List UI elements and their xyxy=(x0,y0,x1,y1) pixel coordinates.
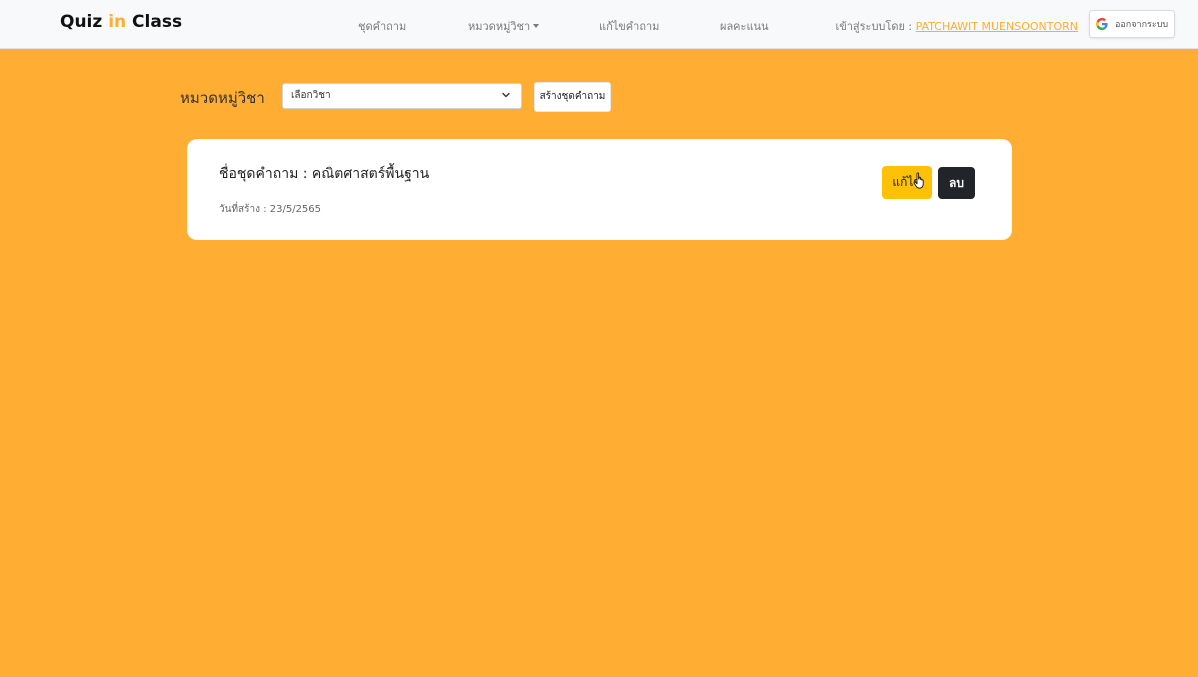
google-icon xyxy=(1096,18,1108,30)
brand-logo[interactable]: Quiz in Class xyxy=(60,12,182,32)
nav-link-question-sets[interactable]: ชุดคำถาม xyxy=(358,17,406,35)
chevron-down-icon xyxy=(502,92,510,98)
quiz-set-card: ชื่อชุดคำถาม : คณิตศาสตร์พื้นฐาน วันที่ส… xyxy=(187,139,1012,240)
user-name-link[interactable]: PATCHAWIT MUENSOONTORN xyxy=(916,20,1078,33)
subject-select-value: เลือกวิชา xyxy=(291,90,331,101)
create-question-set-button[interactable]: สร้างชุดคำถาม xyxy=(534,82,611,112)
nav-link-scores[interactable]: ผลคะแนน xyxy=(720,17,769,35)
delete-button[interactable]: ลบ xyxy=(938,167,975,199)
caret-down-icon xyxy=(533,24,540,28)
nav-link-edit-questions[interactable]: แก้ไขคำถาม xyxy=(599,17,659,35)
subject-category-label: หมวดหมู่วิชา xyxy=(180,89,265,107)
brand-text-in: in xyxy=(108,12,127,32)
nav-link-subject-categories-label: หมวดหมู่วิชา xyxy=(468,20,531,33)
hand-cursor-icon xyxy=(913,172,924,189)
quiz-set-title: ชื่อชุดคำถาม : คณิตศาสตร์พื้นฐาน xyxy=(219,166,430,182)
brand-text-class: Class xyxy=(126,12,183,32)
login-status: เข้าสู่ระบบโดย : PATCHAWIT MUENSOONTORN xyxy=(835,17,1078,35)
quiz-set-created-date: วันที่สร้าง : 23/5/2565 xyxy=(219,204,322,215)
subject-select[interactable]: เลือกวิชา xyxy=(282,83,522,109)
brand-text-quiz: Quiz xyxy=(60,12,109,32)
login-prefix: เข้าสู่ระบบโดย : xyxy=(835,20,916,33)
nav-link-subject-categories[interactable]: หมวดหมู่วิชา xyxy=(468,17,540,35)
logout-label: ออกจากระบบ xyxy=(1115,20,1169,30)
logout-button[interactable]: ออกจากระบบ xyxy=(1089,10,1175,38)
navbar: Quiz in Class ชุดคำถาม หมวดหมู่วิชา แก้ไ… xyxy=(0,0,1198,49)
